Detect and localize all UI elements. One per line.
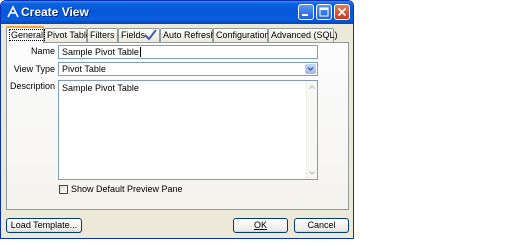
name-input[interactable]: Sample Pivot Table bbox=[58, 45, 318, 59]
scroll-down-icon[interactable] bbox=[307, 168, 317, 178]
chevron-down-icon bbox=[307, 66, 314, 72]
ok-button[interactable]: OK bbox=[233, 218, 288, 233]
text-cursor bbox=[139, 47, 141, 57]
maximize-icon bbox=[319, 7, 329, 17]
checkmark-icon bbox=[144, 29, 157, 41]
general-tab-panel: Name Sample Pivot Table View Type Pivot … bbox=[6, 42, 349, 210]
tab-fields[interactable]: Fields bbox=[118, 28, 160, 42]
create-view-dialog: Create View General Pivot Table Filters … bbox=[0, 0, 354, 239]
tab-auto-refresh[interactable]: Auto Refresh bbox=[160, 28, 216, 42]
close-icon bbox=[337, 7, 347, 17]
tab-label: Configuration bbox=[216, 30, 270, 40]
view-type-label: View Type bbox=[13, 64, 55, 74]
description-scrollbar[interactable] bbox=[306, 81, 317, 179]
view-type-select[interactable]: Pivot Table bbox=[58, 62, 318, 76]
tab-filters[interactable]: Filters bbox=[87, 28, 118, 42]
name-input-value: Sample Pivot Table bbox=[62, 47, 139, 57]
tab-label: Pivot Table bbox=[47, 30, 91, 40]
title-bar[interactable]: Create View bbox=[1, 1, 353, 24]
load-template-button[interactable]: Load Template... bbox=[6, 218, 82, 233]
tab-label: General bbox=[9, 29, 46, 41]
description-value: Sample Pivot Table bbox=[62, 83, 139, 93]
minimize-button[interactable] bbox=[298, 4, 314, 20]
show-preview-label: Show Default Preview Pane bbox=[71, 184, 183, 194]
dropdown-button[interactable] bbox=[305, 64, 316, 74]
ok-label: OK bbox=[253, 220, 267, 230]
tab-label: Advanced (SQL) bbox=[271, 30, 338, 40]
app-logo-icon bbox=[6, 5, 20, 19]
load-template-label: Load Template... bbox=[10, 220, 78, 230]
tab-label: Filters bbox=[90, 30, 115, 40]
tab-general[interactable]: General bbox=[6, 26, 46, 43]
name-label: Name bbox=[30, 46, 55, 56]
tab-strip: General Pivot Table Filters Fields Auto … bbox=[6, 26, 346, 43]
show-preview-checkbox[interactable] bbox=[59, 185, 68, 194]
tab-label: Auto Refresh bbox=[163, 30, 216, 40]
tab-advanced-sql[interactable]: Advanced (SQL) bbox=[268, 28, 338, 42]
tab-label: Fields bbox=[121, 30, 146, 40]
cancel-label: Cancel bbox=[307, 220, 336, 230]
cancel-button[interactable]: Cancel bbox=[294, 218, 349, 233]
scroll-up-icon[interactable] bbox=[307, 82, 317, 92]
window-title: Create View bbox=[21, 5, 89, 19]
description-label: Description bbox=[9, 81, 55, 91]
description-textarea[interactable]: Sample Pivot Table bbox=[58, 80, 318, 180]
tab-pivot-table[interactable]: Pivot Table bbox=[44, 28, 91, 42]
view-type-value: Pivot Table bbox=[62, 64, 106, 74]
maximize-button[interactable] bbox=[316, 4, 332, 20]
tab-configuration[interactable]: Configuration bbox=[213, 28, 270, 42]
close-button[interactable] bbox=[334, 4, 350, 20]
minimize-icon bbox=[302, 14, 308, 16]
